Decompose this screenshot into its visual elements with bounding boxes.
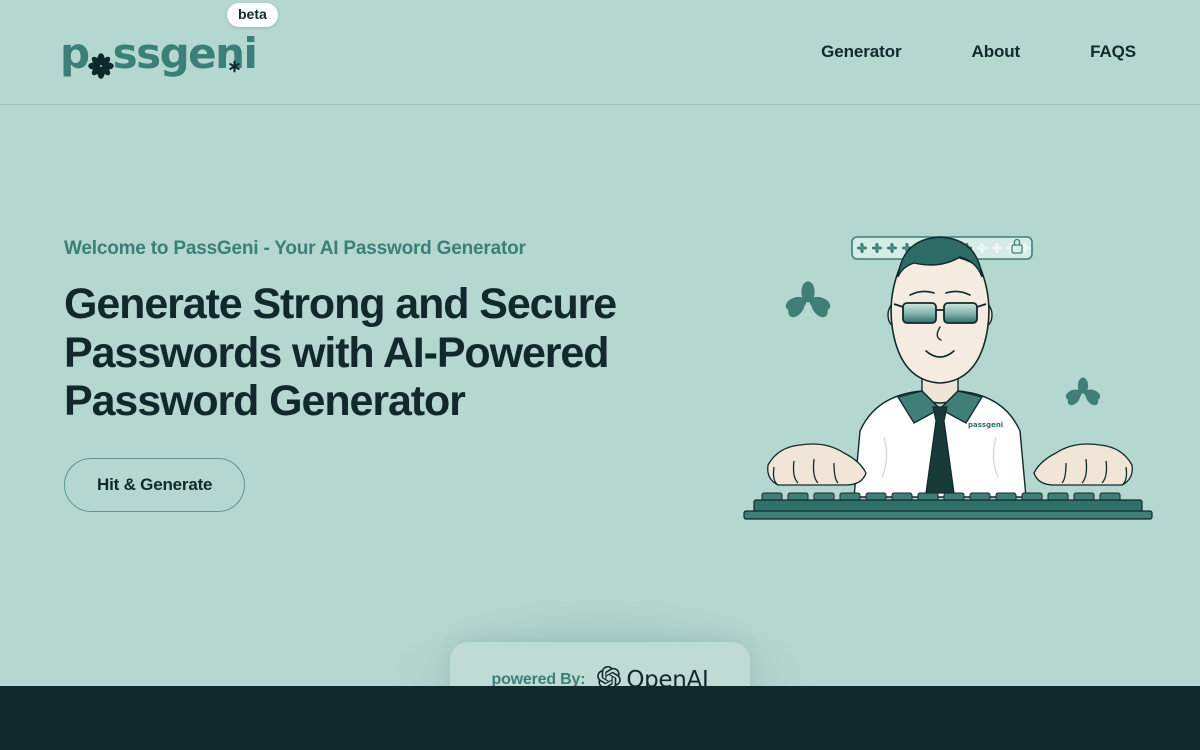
- nav-item-generator[interactable]: Generator: [821, 42, 901, 62]
- brand-logo[interactable]: p ssgeni beta: [60, 3, 278, 82]
- flower-decoration-right: [1065, 377, 1101, 406]
- keyboard-illustration: [743, 492, 1153, 520]
- flower-asterisk-icon: [87, 44, 114, 79]
- page-root: p ssgeni beta Generator About FAQS Welco…: [0, 0, 1200, 750]
- site-header: p ssgeni beta Generator About FAQS: [0, 0, 1200, 105]
- hit-and-generate-button[interactable]: Hit & Generate: [64, 457, 246, 512]
- flower-decoration-left: [785, 281, 831, 318]
- person-typing-illustration: passgeni: [853, 236, 1027, 498]
- nav-item-faqs[interactable]: FAQS: [1090, 42, 1136, 62]
- hero-illustration: passgeni: [740, 215, 1160, 525]
- hero-eyebrow: Welcome to PassGeni - Your AI Password G…: [64, 238, 526, 259]
- hero-section: Welcome to PassGeni - Your AI Password G…: [64, 238, 684, 512]
- main-navigation: Generator About FAQS: [821, 42, 1136, 62]
- site-footer: [0, 686, 1200, 750]
- logo-text: p ssgeni: [60, 29, 258, 79]
- beta-badge: beta: [227, 3, 278, 28]
- logo-text-prefix: p: [60, 29, 90, 78]
- svg-text:passgeni: passgeni: [968, 421, 1003, 429]
- nav-item-about[interactable]: About: [972, 42, 1021, 62]
- logo-wrap: p ssgeni beta: [60, 3, 278, 82]
- asterisk-dot-icon: [228, 60, 241, 73]
- page-title: Generate Strong and Secure Passwords wit…: [64, 280, 617, 426]
